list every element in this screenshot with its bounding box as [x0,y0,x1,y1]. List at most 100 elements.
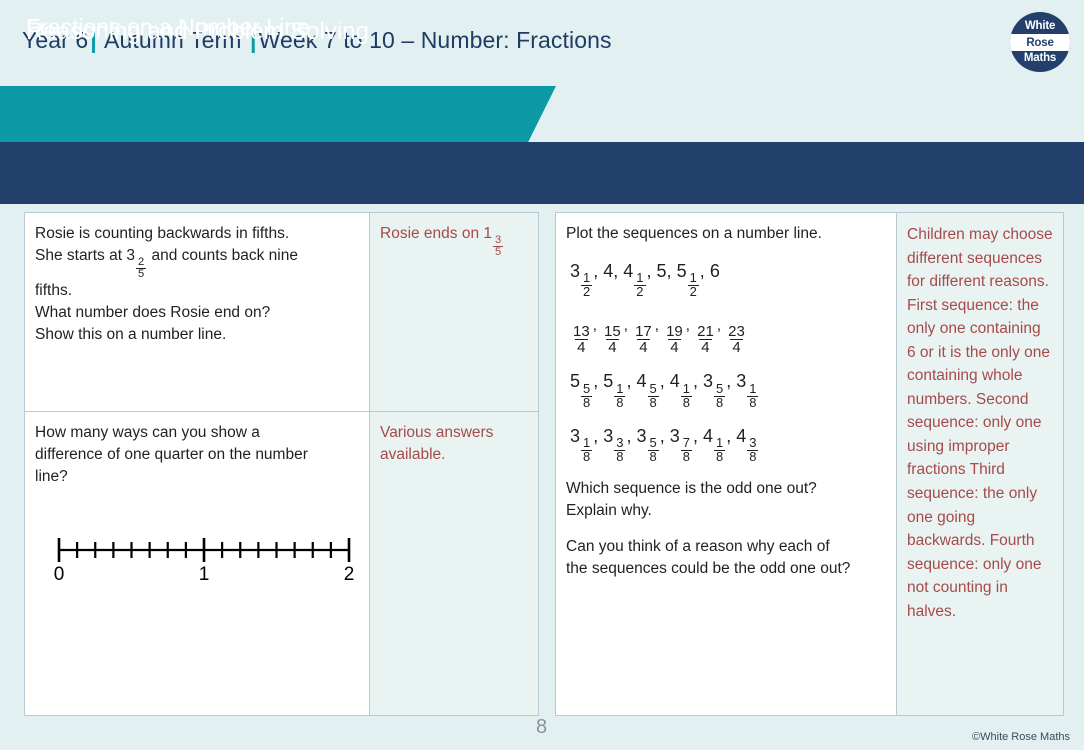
whole-number: 4 [736,425,747,446]
lesson-title-banner [0,86,556,142]
sequence-comma: , [654,317,664,335]
sequence-comma: , [626,371,637,392]
question-1-line-3: fifths. [35,281,73,299]
fraction-denominator: 8 [714,449,726,465]
fraction: 58 [714,382,726,410]
whole-number: 5 [656,261,667,281]
sequence-term: 518 [603,371,626,409]
fraction: 17 4 [633,324,654,355]
fraction-numerator: 17 [635,323,652,341]
sequence-comma: , [646,261,657,281]
answer-1-cell: Rosie ends on 135 [370,213,538,412]
right-panel: Plot the sequences on a number line. 312… [555,212,1064,716]
logo-line-rose: Rose [1026,36,1054,49]
question-1-line-4: What number does Rosie end on? [35,303,271,321]
fraction-denominator: 4 [730,339,743,357]
fraction-numerator: 23 [728,323,745,341]
sequence-comma: , [692,371,703,392]
fraction-denominator: 2 [581,284,593,300]
sequence-comma: , [716,317,726,335]
sequence-term: 13 4 [570,317,593,355]
question-3-line-2: Explain why. [566,502,652,520]
sequence-term: 512 [676,261,700,298]
fraction: 18 [714,436,726,465]
fraction-denominator: 8 [647,394,659,410]
fraction-numerator: 13 [573,323,590,341]
question-2-line-2: difference of one quarter on the number [35,446,308,463]
sequence-term: 358 [637,426,660,463]
answer-2-cell: Various answers available. [370,412,538,715]
sequence-comma: , [659,425,670,446]
question-2-cell: How many ways can you show a difference … [25,412,369,715]
fraction-numerator: 2 [137,255,145,268]
fraction: 58 [581,380,593,410]
fraction-denominator: 5 [135,267,147,280]
sequence-term: 17 4 [632,317,655,355]
fraction: 19 4 [664,324,685,355]
logo-band: Rose [1010,33,1070,51]
fraction-numerator: 5 [649,380,657,396]
whole-number: 3 [570,425,581,446]
sequence-term: 21 4 [694,317,717,355]
sequence-term: 318 [570,425,593,463]
whole-number: 3 [703,371,714,392]
sequence-comma: , [593,425,604,446]
fraction-numerator: 19 [666,323,683,341]
sequence-term: 438 [736,425,759,463]
question-1-line-1: Rosie is counting backwards in fifths. [35,225,290,242]
fraction-numerator: 5 [583,380,591,396]
fraction-denominator: 4 [699,339,712,357]
sequence-term: 6 [710,261,720,281]
logo-line-maths: Maths [1023,51,1057,64]
section-title-banner [0,142,1084,204]
sequence-3: 558, 518, 458, 418, 358, 318 [570,369,886,409]
answer-3-text: Children may choose different sequences … [907,226,1053,620]
question-1-line-2: She starts at 325 and counts back nine [35,245,359,280]
fraction: 18 [581,436,593,464]
sequence-comma: , [666,261,677,281]
fraction: 38 [747,436,759,464]
whole-number: 4 [669,371,680,392]
sequence-4: 318, 338, 358, 378, 418, 438 [570,424,886,464]
fraction-numerator: 1 [682,380,690,396]
sequence-term: 5 [657,261,667,281]
fraction: 23 4 [726,324,747,355]
sequence-comma: , [685,317,695,335]
fraction-numerator: 1 [616,380,624,396]
fraction: 15 4 [602,324,623,355]
sequence-comma: , [659,371,670,392]
whole-number: 5 [676,261,687,281]
sequence-comma: , [626,425,637,446]
fraction: 78 [680,436,692,464]
white-rose-maths-logo: White Rose Maths [1010,12,1070,72]
fraction-denominator: 4 [606,339,619,357]
fraction: 18 [747,382,759,410]
sequence-comma: , [593,371,604,392]
sequence-comma: , [692,425,703,446]
sequence-comma: , [699,261,710,281]
fraction-denominator: 8 [747,394,759,410]
fraction-denominator: 5 [493,245,504,258]
whole-number: 5 [603,371,614,392]
question-2-line-3: line? [35,468,68,485]
sequence-term: 4 [603,261,613,281]
question-4-line-2: the sequences could be the odd one out? [566,560,851,578]
question-4-line-1: Can you think of a reason why each of [566,538,830,556]
answer-1-text: Rosie ends on 135 [380,225,504,257]
number-line-diagram: 0 1 2 [49,528,359,584]
fraction: 12 [581,271,593,300]
answer-2-line-1: Various answers [380,424,494,441]
number-line-svg: 0 1 2 [54,538,354,584]
whole-number: 3 [669,425,680,446]
sequence-term: 418 [669,371,693,409]
fraction-denominator: 8 [714,394,726,410]
copyright-notice: ©White Rose Maths [972,731,1070,743]
whole-number: 5 [570,371,581,392]
fraction: 12 [687,271,699,300]
fraction: 12 [634,271,646,300]
fraction-denominator: 2 [634,284,646,300]
sequence-1: 312, 4, 412, 5, 512, 6 [570,259,886,299]
right-answers-column: Children may choose different sequences … [897,212,1064,716]
whole-number: 3 [570,261,581,281]
fraction-denominator: 2 [687,284,699,300]
